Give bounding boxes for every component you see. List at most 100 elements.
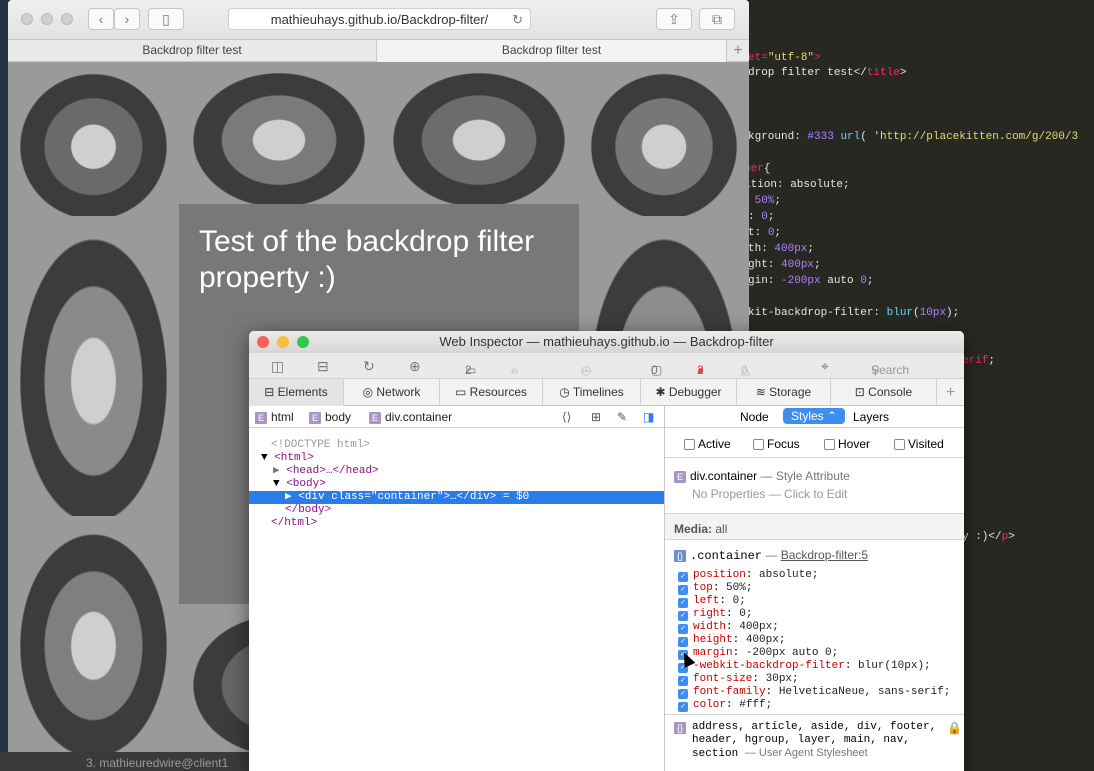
- css-property-row[interactable]: ✓ -webkit-backdrop-filter: blur(10px);: [678, 660, 963, 673]
- property-checkbox[interactable]: ✓: [678, 611, 688, 621]
- sidebar-tab-styles[interactable]: Styles ⌃: [783, 408, 846, 424]
- css-property-row[interactable]: ✓ right: 0;: [678, 608, 963, 621]
- property-name[interactable]: -webkit-backdrop-filter: [693, 660, 845, 672]
- toggle-sidebar-icon[interactable]: ◨: [643, 410, 654, 424]
- css-property-row[interactable]: ✓ font-size: 30px;: [678, 673, 963, 686]
- property-name[interactable]: left: [693, 595, 719, 607]
- add-tab-button[interactable]: +: [937, 379, 964, 406]
- property-checkbox[interactable]: ✓: [678, 676, 688, 686]
- property-value[interactable]: blur(10px);: [858, 660, 931, 672]
- state-focus-checkbox[interactable]: Focus: [753, 437, 800, 451]
- property-checkbox[interactable]: ✓: [678, 598, 688, 608]
- tab-debugger[interactable]: ✱ Debugger: [641, 379, 737, 406]
- inspect-element-icon[interactable]: ⌖: [821, 358, 829, 375]
- property-name[interactable]: margin: [693, 647, 733, 659]
- property-name[interactable]: font-size: [693, 673, 752, 685]
- property-value[interactable]: 0;: [733, 595, 746, 607]
- minimize-window-button[interactable]: [277, 336, 289, 348]
- html-node[interactable]: ▼ <html>: [249, 452, 664, 465]
- property-checkbox[interactable]: ✓: [678, 572, 688, 582]
- state-visited-checkbox[interactable]: Visited: [894, 437, 944, 451]
- reload-page-icon[interactable]: ↻: [363, 358, 375, 375]
- css-property-row[interactable]: ✓ left: 0;: [678, 595, 963, 608]
- property-value[interactable]: 400px;: [746, 634, 786, 646]
- property-value[interactable]: 0;: [739, 608, 752, 620]
- property-value[interactable]: 400px;: [739, 621, 779, 633]
- property-name[interactable]: top: [693, 582, 713, 594]
- property-value[interactable]: -200px auto 0;: [746, 647, 838, 659]
- css-property-row[interactable]: ✓ color: #fff;: [678, 699, 963, 712]
- property-value[interactable]: 50%;: [726, 582, 752, 594]
- property-name[interactable]: width: [693, 621, 726, 633]
- body-close-tag[interactable]: </body>: [249, 504, 664, 517]
- disclosure-closed-icon[interactable]: ▶: [285, 491, 298, 503]
- tab-resources[interactable]: ▭ Resources: [440, 379, 543, 406]
- show-source-icon[interactable]: ⟨⟩: [562, 410, 571, 424]
- div-container-node-selected[interactable]: ▶ <div class="container">…</div> = $0: [249, 491, 664, 504]
- property-checkbox[interactable]: ✓: [678, 702, 688, 712]
- tab-2[interactable]: Backdrop filter test: [377, 40, 727, 62]
- property-name[interactable]: height: [693, 634, 733, 646]
- property-name[interactable]: color: [693, 699, 726, 711]
- close-window-button[interactable]: [21, 13, 33, 25]
- layout-grid-icon[interactable]: ⊞: [591, 410, 601, 424]
- disclosure-closed-icon[interactable]: ▶: [273, 465, 286, 477]
- rule-source-link[interactable]: Backdrop-filter:5: [781, 548, 868, 562]
- state-hover-checkbox[interactable]: Hover: [824, 437, 870, 451]
- tab-1[interactable]: Backdrop filter test: [8, 40, 377, 62]
- minimize-window-button[interactable]: [41, 13, 53, 25]
- css-property-row[interactable]: ✓ height: 400px;: [678, 634, 963, 647]
- zoom-window-button[interactable]: [61, 13, 73, 25]
- disclosure-open-icon[interactable]: ▼: [261, 452, 274, 464]
- property-checkbox[interactable]: ✓: [678, 585, 688, 595]
- sidebar-tab-node[interactable]: Node: [740, 410, 769, 424]
- body-node[interactable]: ▼ <body>: [249, 478, 664, 491]
- breadcrumb-body[interactable]: Ebody: [309, 410, 351, 424]
- show-tabs-button[interactable]: ⧉: [699, 8, 735, 30]
- property-value[interactable]: 30px;: [766, 673, 799, 685]
- style-attr-empty[interactable]: No Properties — Click to Edit: [692, 487, 847, 501]
- zoom-window-button[interactable]: [297, 336, 309, 348]
- rule-selector[interactable]: .container: [690, 549, 762, 563]
- doctype-node[interactable]: <!DOCTYPE html>: [249, 439, 664, 452]
- address-bar[interactable]: mathieuhays.github.io/Backdrop-filter/ ↻: [228, 8, 531, 30]
- dock-side-icon[interactable]: ◫: [271, 358, 284, 375]
- property-checkbox[interactable]: ✓: [678, 624, 688, 634]
- property-checkbox[interactable]: ✓: [678, 637, 688, 647]
- tab-elements[interactable]: ⊟ Elements: [249, 379, 344, 406]
- state-active-checkbox[interactable]: Active: [684, 437, 731, 451]
- style-attribute-header[interactable]: Ediv.container — Style Attribute: [674, 469, 850, 483]
- terminal-title-bar[interactable]: 3. mathieuredwire@client1: [0, 752, 250, 771]
- tab-network[interactable]: ◎ Network: [344, 379, 440, 406]
- css-property-row[interactable]: ✓ font-family: HelveticaNeue, sans-serif;: [678, 686, 963, 699]
- css-property-row[interactable]: ✓ top: 50%;: [678, 582, 963, 595]
- property-name[interactable]: position: [693, 569, 746, 581]
- paint-brush-icon[interactable]: ✎: [617, 410, 627, 424]
- forward-button[interactable]: ›: [114, 8, 140, 30]
- new-tab-button[interactable]: +: [727, 40, 749, 62]
- download-archive-icon[interactable]: ⊕: [409, 358, 421, 375]
- property-name[interactable]: font-family: [693, 686, 766, 698]
- sidebar-tab-layers[interactable]: Layers: [853, 410, 889, 424]
- back-button[interactable]: ‹: [88, 8, 114, 30]
- disclosure-open-icon[interactable]: ▼: [273, 478, 286, 490]
- tab-storage[interactable]: ≋ Storage: [737, 379, 831, 406]
- property-checkbox[interactable]: ✓: [678, 689, 688, 699]
- property-value[interactable]: #fff;: [739, 699, 772, 711]
- breadcrumb-html[interactable]: Ehtml: [255, 410, 294, 424]
- tab-timelines[interactable]: ◷ Timelines: [543, 379, 641, 406]
- css-property-row[interactable]: ✓ width: 400px;: [678, 621, 963, 634]
- css-property-row[interactable]: ✓ position: absolute;: [678, 569, 963, 582]
- sidebar-button[interactable]: ▯: [148, 8, 184, 30]
- dock-bottom-icon[interactable]: ⊟: [317, 358, 329, 375]
- head-node[interactable]: ▶ <head>…</head>: [249, 465, 664, 478]
- tab-console[interactable]: ⊡ Console: [831, 379, 937, 406]
- html-close-tag[interactable]: </html>: [249, 517, 664, 530]
- property-value[interactable]: absolute;: [759, 569, 818, 581]
- breadcrumb-div-container[interactable]: Ediv.container: [369, 410, 452, 424]
- property-name[interactable]: right: [693, 608, 726, 620]
- css-property-row[interactable]: ✓ margin: -200px auto 0;: [678, 647, 963, 660]
- property-value[interactable]: HelveticaNeue, sans-serif;: [779, 686, 951, 698]
- share-button[interactable]: ⇪: [656, 8, 692, 30]
- close-window-button[interactable]: [257, 336, 269, 348]
